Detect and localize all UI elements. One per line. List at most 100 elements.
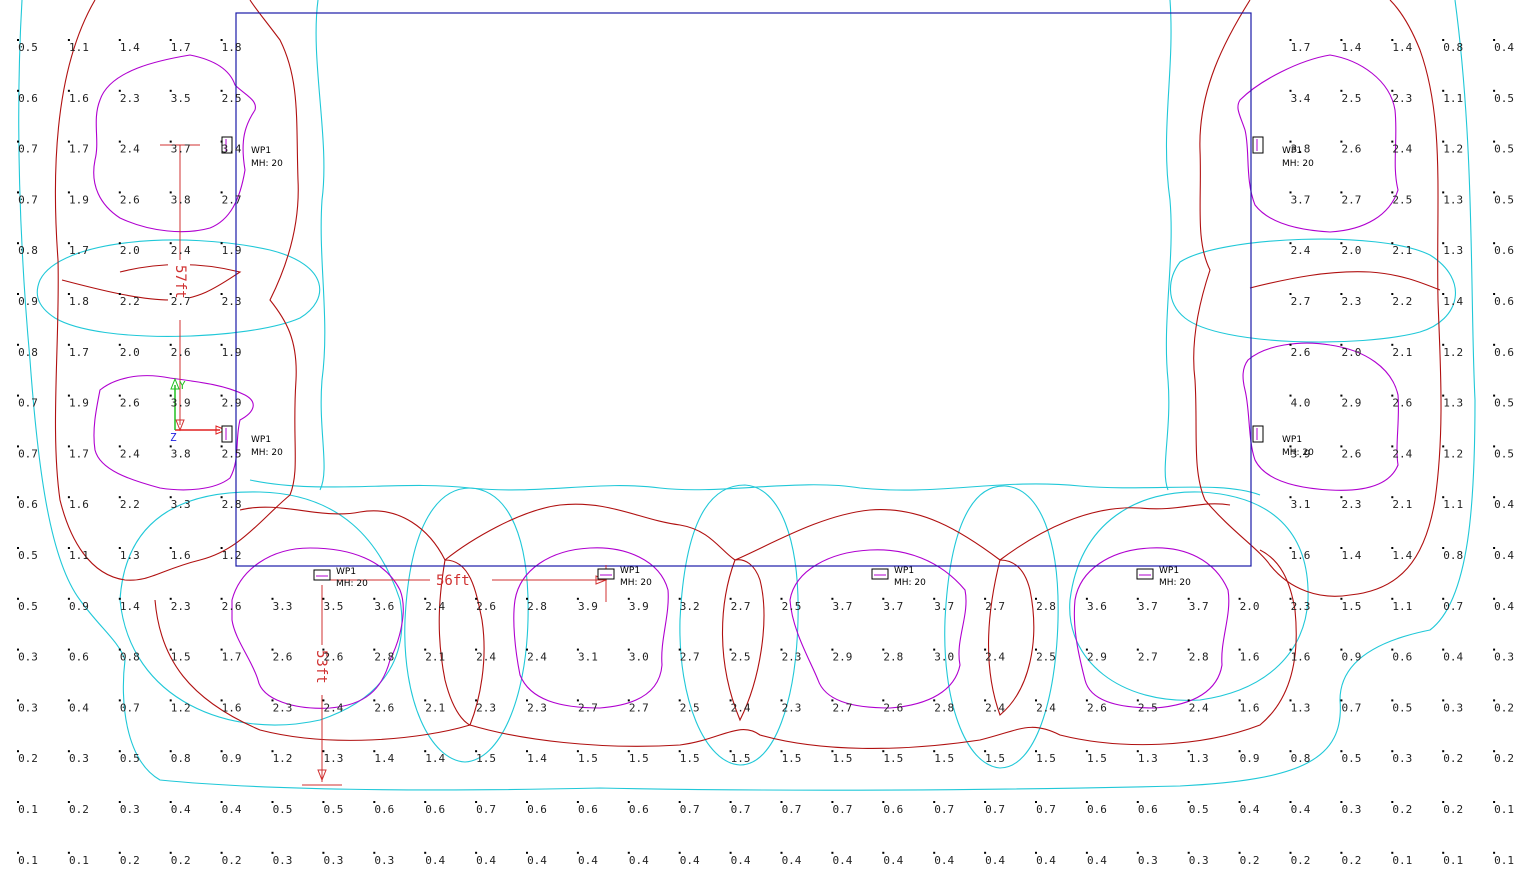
grid-point: 0.7 <box>933 801 954 816</box>
fixture-wp1[interactable]: WP1 MH: 20 <box>871 566 926 588</box>
grid-value: 3.9 <box>629 600 649 613</box>
grid-value: 2.6 <box>120 397 140 410</box>
grid-point: 1.5 <box>475 750 496 765</box>
contour-low-ring-right <box>1170 238 1456 343</box>
grid-point: 1.2 <box>271 750 293 765</box>
grid-point: 0.6 <box>17 89 38 105</box>
grid-point: 0.6 <box>67 648 89 664</box>
grid-point: 3.9 <box>169 394 191 410</box>
grid-value: 1.7 <box>69 244 89 257</box>
grid-value: 2.6 <box>1087 701 1107 714</box>
grid-point: 1.4 <box>1340 39 1362 54</box>
grid-value: 3.4 <box>1291 92 1311 105</box>
grid-value: 2.2 <box>120 295 140 308</box>
grid-point: 0.6 <box>627 801 649 816</box>
grid-point: 0.3 <box>373 851 394 867</box>
grid-value: 0.4 <box>425 854 445 867</box>
grid-value: 0.5 <box>1494 193 1514 206</box>
grid-value: 1.5 <box>629 752 649 765</box>
grid-point: 3.4 <box>220 140 242 156</box>
grid-point: 0.2 <box>169 851 191 867</box>
grid-value: 2.7 <box>222 193 242 206</box>
grid-value: 0.2 <box>1341 854 1361 867</box>
grid-point: 0.2 <box>1238 851 1260 867</box>
grid-value: 1.5 <box>731 752 751 765</box>
grid-value: 3.7 <box>832 600 852 613</box>
grid-value: 0.4 <box>1494 600 1514 613</box>
grid-point: 2.3 <box>220 293 242 308</box>
photometric-plan: 57ft 56ft 53ft Y Z WP1 MH: 20 WP1 MH: 20 WP1… <box>0 0 1524 874</box>
grid-point: 2.4 <box>1391 445 1413 460</box>
grid-point: 0.5 <box>1187 801 1209 816</box>
grid-value: 0.3 <box>1494 651 1514 664</box>
grid-point: 2.3 <box>475 699 496 714</box>
grid-point: 2.8 <box>373 648 394 664</box>
grid-point: 0.7 <box>780 801 801 816</box>
grid-point: 1.5 <box>576 750 598 765</box>
grid-value: 0.5 <box>18 549 38 562</box>
grid-value: 2.3 <box>120 92 140 105</box>
grid-value: 0.9 <box>69 600 89 613</box>
grid-point: 2.0 <box>118 343 140 359</box>
grid-value: 0.7 <box>1036 803 1056 816</box>
grid-point: 0.4 <box>576 851 598 867</box>
grid-value: 0.6 <box>629 803 649 816</box>
grid-point: 2.4 <box>475 648 496 664</box>
grid-value: 0.8 <box>171 752 191 765</box>
grid-value: 3.6 <box>1087 600 1107 613</box>
grid-point: 0.7 <box>729 801 751 816</box>
grid-value: 2.3 <box>782 701 802 714</box>
grid-value: 3.7 <box>934 600 954 613</box>
grid-point: 0.7 <box>984 801 1005 816</box>
grid-value: 0.6 <box>578 803 598 816</box>
grid-point: 2.1 <box>424 648 445 664</box>
grid-value: 1.1 <box>1443 498 1463 511</box>
grid-value: 0.6 <box>374 803 394 816</box>
grid-point: 2.1 <box>1391 343 1412 359</box>
grid-point: 1.3 <box>1442 242 1463 257</box>
grid-point: 2.8 <box>933 699 954 714</box>
grid-value: 0.4 <box>985 854 1005 867</box>
grid-value: 2.0 <box>120 346 140 359</box>
grid-point: 3.8 <box>169 445 191 460</box>
fixture-mounting-height: MH: 20 <box>894 578 926 588</box>
grid-point: 2.8 <box>1187 648 1209 664</box>
grid-value: 1.5 <box>782 752 802 765</box>
grid-value: 2.4 <box>425 600 445 613</box>
grid-point: 1.5 <box>169 648 191 664</box>
grid-value: 1.8 <box>222 41 242 54</box>
grid-point: 2.7 <box>220 191 242 206</box>
grid-value: 2.0 <box>1341 346 1361 359</box>
grid-value: 1.2 <box>273 752 293 765</box>
grid-point: 0.8 <box>1289 750 1310 765</box>
grid-point: 2.5 <box>1391 191 1412 206</box>
grid-point: 1.2 <box>1442 343 1463 359</box>
grid-value: 0.5 <box>120 752 140 765</box>
plan-canvas[interactable]: 57ft 56ft 53ft Y Z WP1MH: 20WP1MH: 20WP1… <box>0 0 1524 874</box>
grid-value: 0.2 <box>120 854 140 867</box>
fixture-wp1[interactable]: WP1 MH: 20 <box>1136 566 1191 588</box>
grid-point: 3.7 <box>933 597 954 613</box>
grid-point: 0.4 <box>526 851 547 867</box>
grid-value: 1.6 <box>222 701 242 714</box>
grid-point: 2.5 <box>678 699 700 714</box>
grid-point: 1.3 <box>322 750 343 765</box>
grid-point: 0.4 <box>1442 648 1464 664</box>
contour-low-lobe-5 <box>1069 491 1309 701</box>
grid-value: 2.0 <box>1240 600 1260 613</box>
grid-value: 2.6 <box>883 701 903 714</box>
grid-point: 0.8 <box>118 648 140 664</box>
grid-point: 3.1 <box>576 648 598 664</box>
grid-point: 1.7 <box>67 140 89 156</box>
grid-value: 3.7 <box>1189 600 1209 613</box>
grid-point: 2.9 <box>831 648 852 664</box>
grid-value: 1.5 <box>883 752 903 765</box>
grid-value: 3.3 <box>273 600 293 613</box>
grid-value: 1.4 <box>527 752 547 765</box>
grid-point: 1.3 <box>1289 699 1310 714</box>
grid-point: 1.4 <box>1391 547 1413 562</box>
grid-value: 2.7 <box>1341 193 1361 206</box>
grid-point: 3.2 <box>678 597 700 613</box>
grid-point: 1.3 <box>1442 394 1463 410</box>
grid-value: 0.2 <box>1443 752 1463 765</box>
